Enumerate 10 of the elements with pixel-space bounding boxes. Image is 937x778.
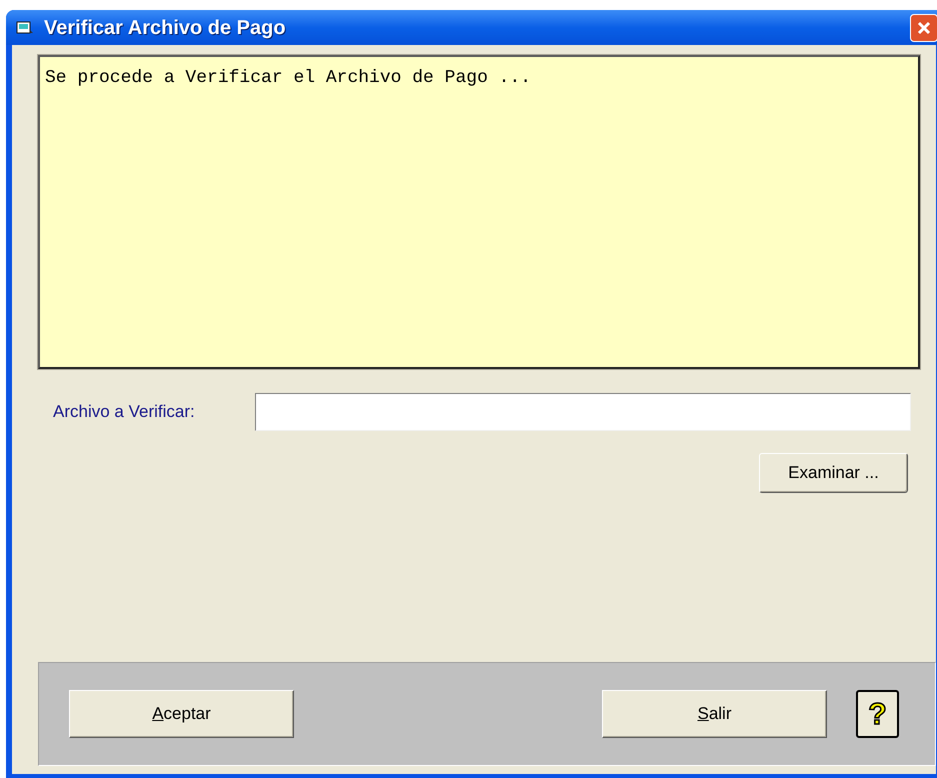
file-input-field[interactable] xyxy=(255,393,911,431)
message-text: Se procede a Verificar el Archivo de Pago ... xyxy=(45,68,532,88)
exit-button[interactable]: Salir xyxy=(602,690,827,738)
window-icon xyxy=(16,20,34,36)
accept-button[interactable]: Aceptar xyxy=(69,690,294,738)
close-icon xyxy=(916,20,932,36)
browse-button[interactable]: Examinar ... xyxy=(759,453,908,493)
close-button[interactable] xyxy=(910,14,937,42)
window-title: Verificar Archivo de Pago xyxy=(44,16,286,40)
field-label: Archivo a Verificar: xyxy=(53,401,196,424)
